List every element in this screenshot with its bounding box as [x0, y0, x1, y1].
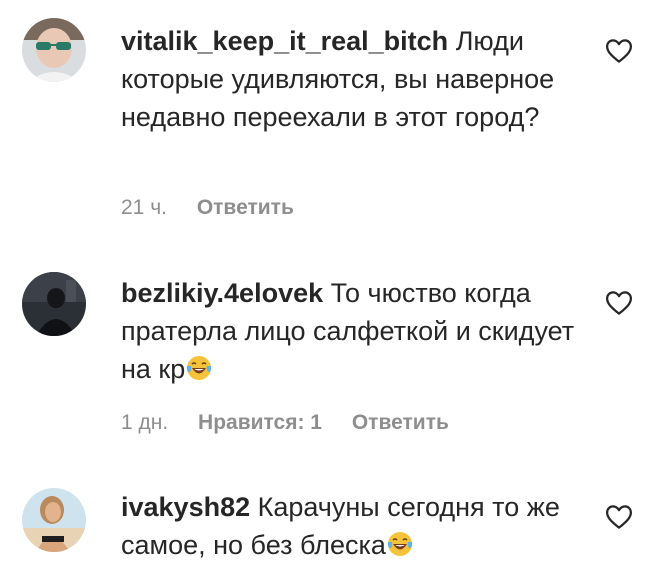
comment-meta: 1 дн. Нравится: 1 Ответить: [121, 411, 473, 435]
avatar[interactable]: [22, 18, 86, 82]
heart-outline-icon[interactable]: [604, 36, 634, 66]
comment-time: 21 ч.: [121, 196, 167, 219]
comment-body: bezlikiy.4elovek То чюство когда пратерл…: [121, 274, 581, 388]
comment-time: 1 дн.: [121, 411, 169, 434]
reply-button[interactable]: Ответить: [352, 411, 449, 434]
laughing-tears-emoji: [187, 356, 212, 380]
user-avatar-icon: [22, 272, 86, 336]
comment-username[interactable]: ivakysh82: [121, 492, 250, 522]
comment-meta: 21 ч. Ответить: [121, 196, 318, 220]
laughing-tears-emoji: [387, 532, 413, 556]
user-avatar-icon: [22, 18, 86, 82]
comment-username[interactable]: bezlikiy.4elovek: [121, 278, 323, 308]
heart-outline-icon[interactable]: [604, 502, 634, 532]
heart-outline-icon[interactable]: [604, 288, 634, 318]
comment-body: ivakysh82 Карачуны сегодня то же самое, …: [121, 488, 581, 564]
comment-username[interactable]: vitalik_keep_it_real_bitch: [121, 26, 448, 56]
avatar[interactable]: [22, 488, 86, 552]
comment-body: vitalik_keep_it_real_bitch Люди которые …: [121, 22, 581, 136]
user-avatar-icon: [22, 488, 86, 552]
likes-count-button[interactable]: Нравится: 1: [198, 411, 322, 434]
avatar[interactable]: [22, 272, 86, 336]
reply-button[interactable]: Ответить: [197, 196, 294, 219]
